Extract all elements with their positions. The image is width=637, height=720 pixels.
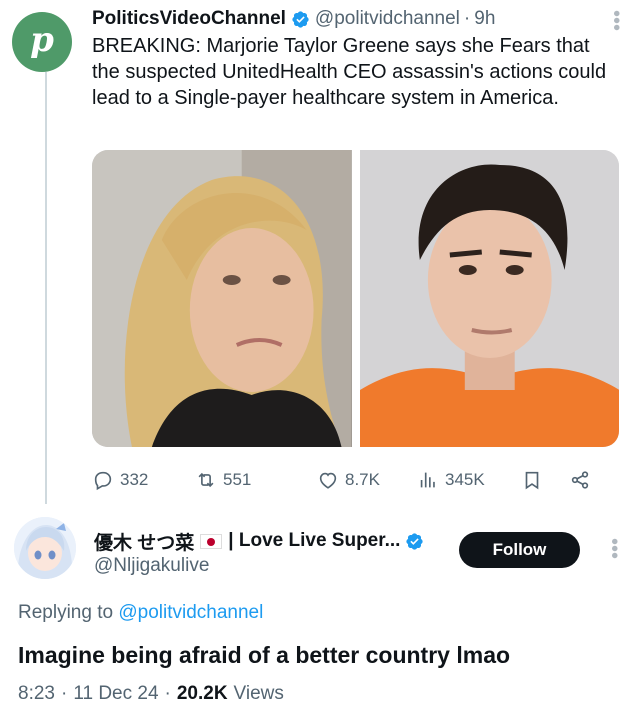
separator-dot: · (463, 8, 471, 29)
reply-views-count[interactable]: 20.2K (177, 683, 228, 705)
views-count: 345K (445, 470, 485, 489)
replying-to: Replying to @politvidchannel (18, 602, 263, 624)
photo-woman-blonde[interactable] (92, 150, 352, 447)
repost-icon (198, 472, 214, 488)
tweet-header: PoliticsVideoChannel @politvidchannel · … (92, 6, 617, 32)
tweet-media[interactable] (92, 150, 619, 447)
views-action[interactable]: 345K (417, 469, 521, 491)
reply-icon (94, 471, 112, 491)
reply-action[interactable]: 332 (92, 469, 195, 491)
reply-avatar[interactable] (14, 517, 76, 579)
photo-man-curly-hair-orange-shirt[interactable] (359, 150, 619, 447)
replying-to-handle[interactable]: @politvidchannel (118, 602, 263, 623)
tweet-text: BREAKING: Marjorie Taylor Greene says sh… (92, 35, 607, 109)
meta-dot: · (60, 683, 68, 704)
follow-button[interactable]: Follow (459, 532, 580, 568)
more-options-icon[interactable]: ••• (603, 538, 625, 559)
reply-author-name-suffix[interactable]: | Love Live Super... (228, 530, 400, 552)
reply-date[interactable]: 11 Dec 24 (73, 683, 158, 705)
share-icon (571, 471, 589, 489)
photo-man-illustration (359, 150, 619, 447)
avatar[interactable]: p (12, 12, 72, 72)
like-action[interactable]: 8.7K (317, 469, 417, 491)
repost-action[interactable]: 551 (195, 469, 317, 491)
verified-badge-icon (406, 532, 424, 550)
reply-views-label: Views (233, 683, 284, 704)
verified-badge-icon (292, 10, 309, 28)
share-action[interactable] (569, 469, 591, 491)
bookmark-icon (525, 471, 539, 490)
reply-time[interactable]: 8:23 (18, 683, 55, 705)
author-handle[interactable]: @politvidchannel (315, 8, 460, 30)
more-options-icon[interactable]: ••• (605, 10, 627, 31)
repost-count: 551 (223, 470, 252, 489)
bookmark-action[interactable] (521, 469, 569, 491)
tweet-actions-bar: 332 551 8.7K 345K (92, 462, 612, 498)
reply-count: 332 (120, 470, 149, 489)
meta-dot: · (164, 683, 171, 704)
japan-flag-icon (200, 533, 223, 549)
heart-icon (319, 472, 337, 489)
photo-woman-illustration (92, 150, 352, 447)
reply-text: Imagine being afraid of a better country… (18, 642, 511, 668)
like-count: 8.7K (345, 470, 380, 489)
reply-meta: 8:23 · 11 Dec 24 · 20.2K Views (18, 683, 284, 705)
analytics-icon (420, 472, 435, 488)
avatar-letter: p (30, 20, 54, 60)
replying-to-prefix: Replying to (18, 602, 114, 623)
author-name[interactable]: PoliticsVideoChannel (92, 8, 286, 30)
reply-author-name[interactable]: 優木 せつ菜 (94, 528, 194, 555)
thread-connector-line (45, 72, 47, 504)
anime-avatar-icon (14, 517, 76, 579)
reply-header: 優木 せつ菜 | Love Live Super... (94, 528, 429, 554)
reply-author-handle[interactable]: @Nljigakulive (94, 555, 209, 577)
tweet-time[interactable]: 9h (474, 8, 495, 30)
